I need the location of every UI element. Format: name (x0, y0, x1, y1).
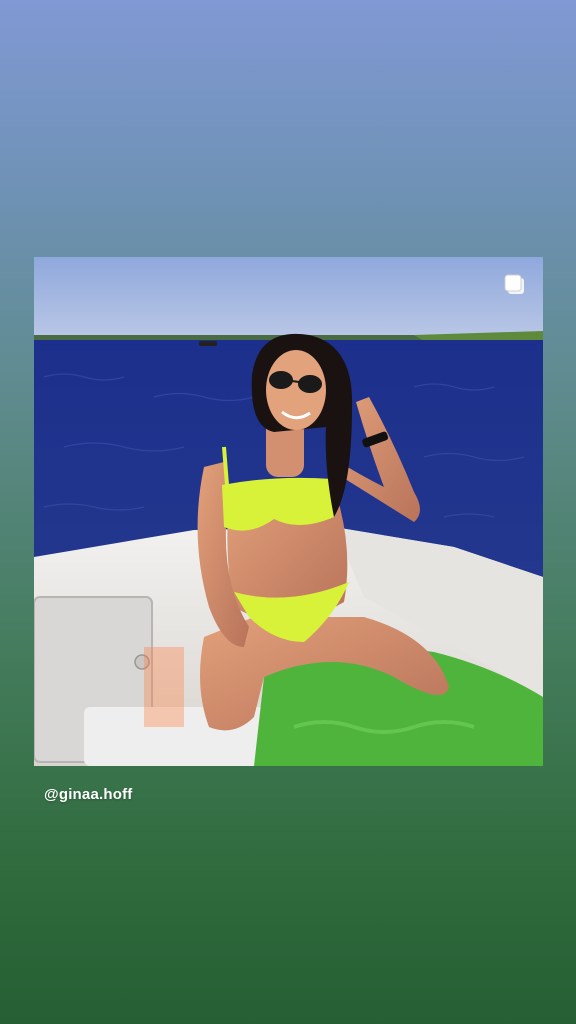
lens-flare (144, 647, 184, 727)
shared-post-card[interactable] (34, 257, 543, 766)
distant-boat (199, 341, 217, 346)
post-author-mention[interactable]: @ginaa.hoff (44, 786, 133, 803)
multiple-photos-icon (504, 274, 524, 294)
sky (34, 257, 543, 337)
post-photo (34, 257, 543, 766)
